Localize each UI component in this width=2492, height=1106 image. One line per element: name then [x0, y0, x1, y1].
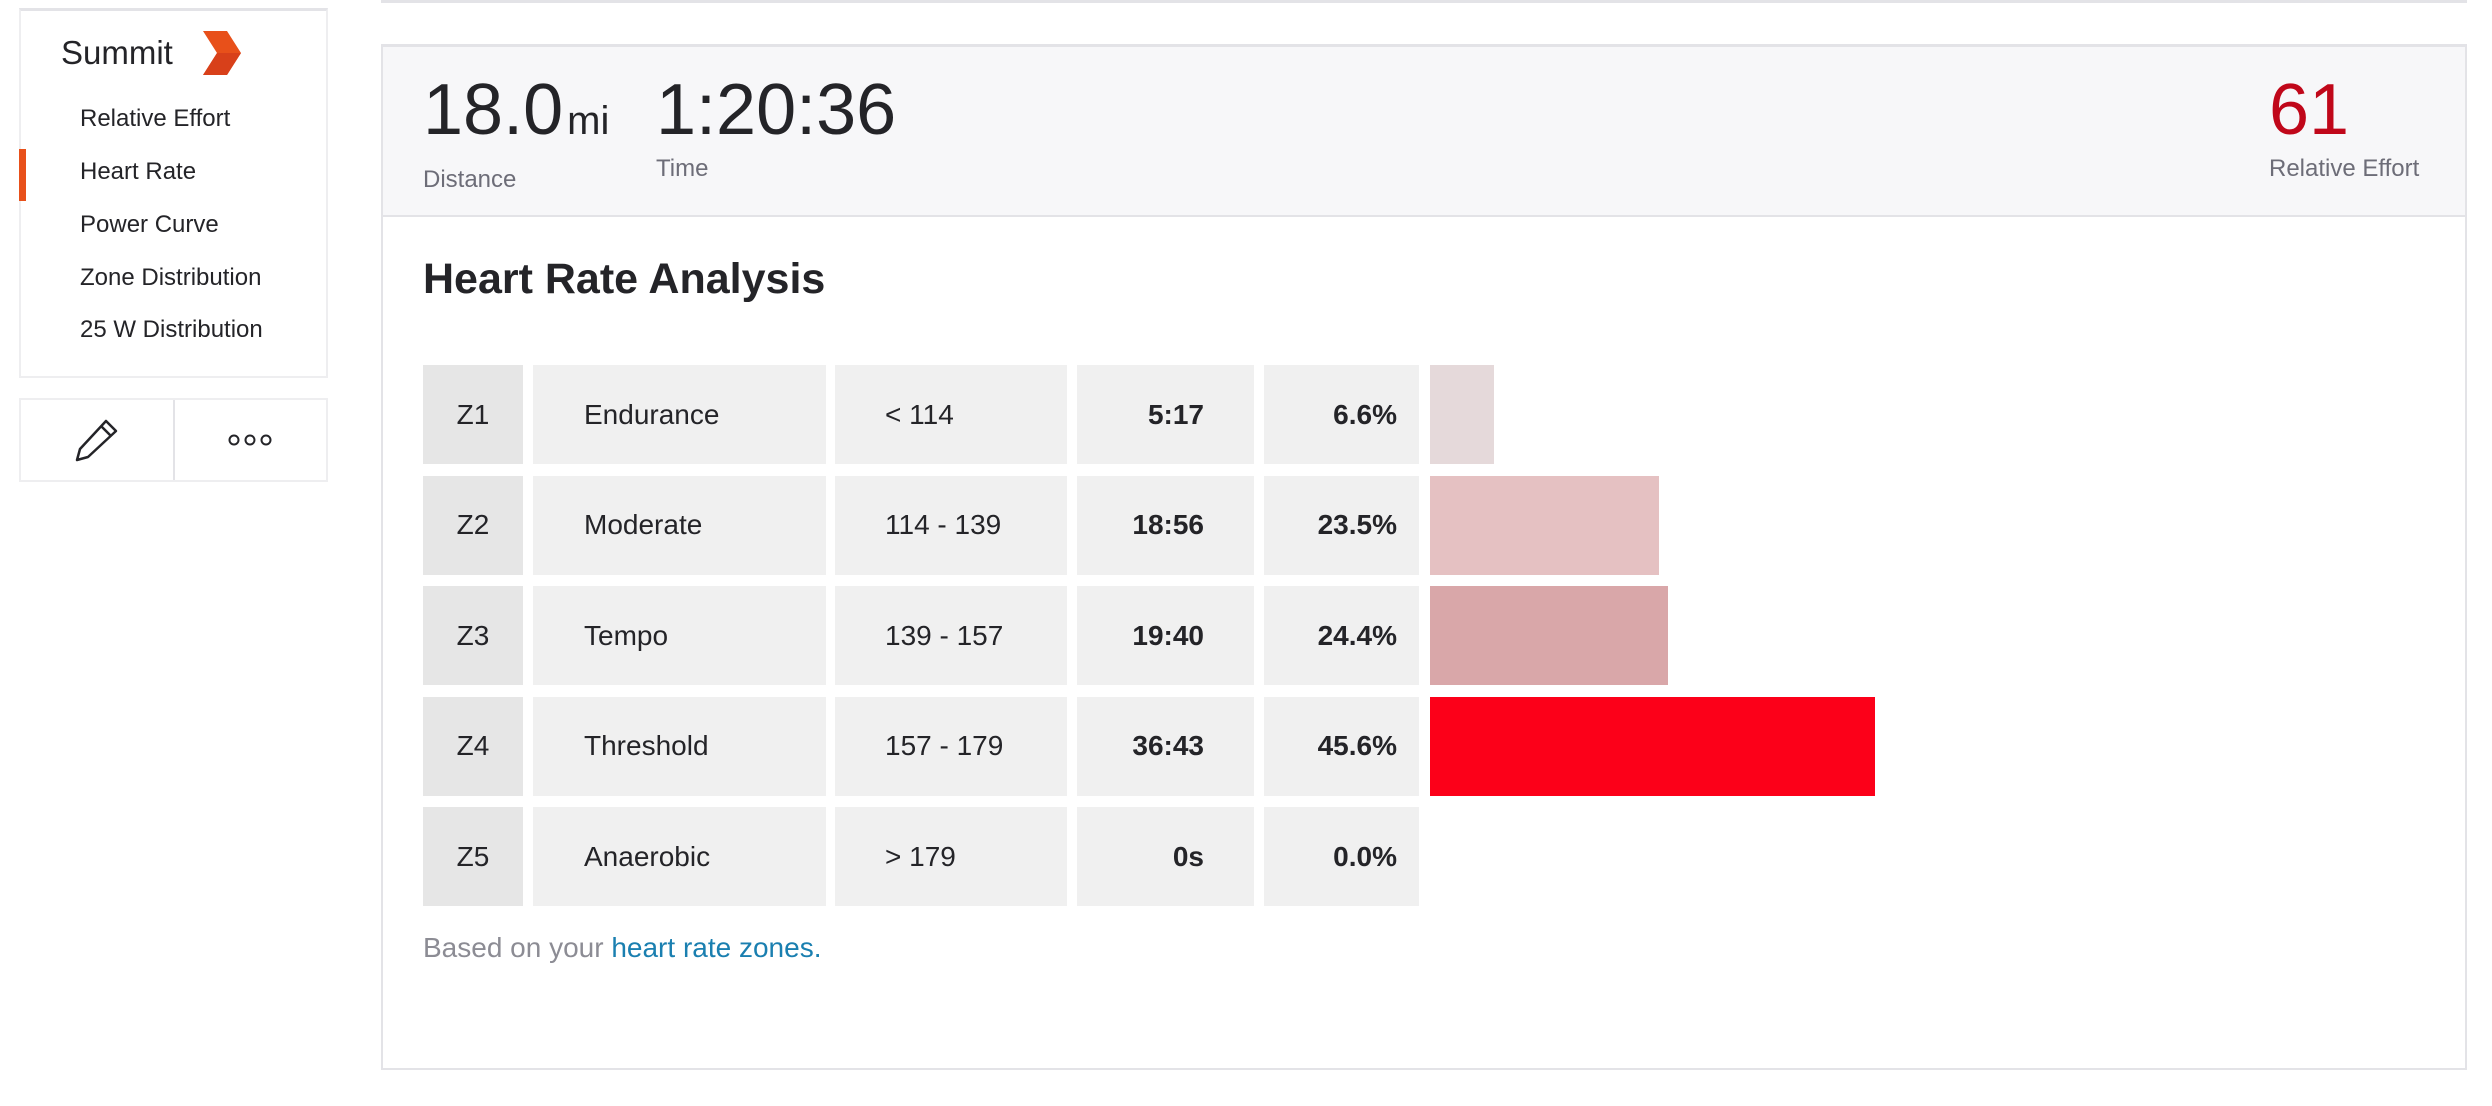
summit-title: Summit: [61, 34, 173, 71]
time-label: Time: [656, 155, 709, 182]
zone-percent: 6.6%: [1264, 365, 1419, 464]
zone-range: > 179: [835, 807, 1067, 906]
stat-time: 1:20:36 Time: [656, 65, 896, 183]
active-indicator: [19, 149, 26, 201]
zone-name: Tempo: [533, 586, 826, 685]
heart-rate-panel: 18.0 mi Distance 1:20:36 Time 61 Relative…: [381, 44, 2467, 1070]
zone-bar: [1430, 475, 1660, 575]
summit-chevron-icon: [202, 31, 241, 75]
zone-id: Z5: [423, 807, 523, 906]
stat-relative-effort: 61 Relative Effort: [2269, 65, 2419, 183]
zone-range: 114 - 139: [835, 475, 1067, 575]
zone-time: 19:40: [1077, 586, 1254, 685]
stat-distance: 18.0 mi Distance: [423, 65, 609, 194]
section-title: Heart Rate Analysis: [423, 255, 826, 303]
distance-value: 18.0 mi: [423, 65, 609, 166]
zone-id: Z2: [423, 475, 523, 575]
stats-header: 18.0 mi Distance 1:20:36 Time 61 Relative…: [383, 47, 2465, 217]
zone-percent: 24.4%: [1264, 586, 1419, 685]
time-value: 1:20:36: [656, 70, 897, 150]
zone-range: 157 - 179: [835, 696, 1067, 796]
footnote-text: Based on your: [423, 932, 612, 963]
heart-rate-zones-link[interactable]: heart rate zones.: [611, 932, 821, 963]
analysis-sidebar: Summit Relative Effort Heart Rate Power …: [19, 8, 328, 378]
distance-number: 18.0: [423, 70, 564, 150]
zone-percent: 23.5%: [1264, 475, 1419, 575]
zone-id: Z1: [423, 365, 523, 464]
distance-unit: mi: [567, 99, 610, 143]
zone-bar: [1430, 365, 1495, 464]
zone-name: Threshold: [533, 696, 826, 796]
zone-bar: [1430, 586, 1669, 685]
zone-percent: 45.6%: [1264, 696, 1419, 796]
zone-time: 36:43: [1077, 696, 1254, 796]
zone-time: 18:56: [1077, 475, 1254, 575]
zone-name: Endurance: [533, 365, 826, 464]
activity-actions: [19, 398, 328, 482]
zone-percent: 0.0%: [1264, 807, 1419, 906]
zone-time: 5:17: [1077, 365, 1254, 464]
zone-range: < 114: [835, 365, 1067, 464]
top-divider: [381, 0, 2467, 3]
summit-header: Summit: [61, 31, 241, 75]
edit-button[interactable]: [21, 400, 173, 480]
zone-name: Anaerobic: [533, 807, 826, 906]
zone-name: Moderate: [533, 475, 826, 575]
relative-effort-value: 61: [2269, 70, 2350, 150]
more-button[interactable]: [172, 400, 327, 480]
sidebar-item-25w-distribution[interactable]: 25 W Distribution: [80, 316, 263, 344]
relative-effort-label: Relative Effort: [2269, 155, 2420, 182]
ellipsis-icon: [228, 434, 272, 446]
pencil-icon: [75, 419, 117, 462]
sidebar-item-zone-distribution[interactable]: Zone Distribution: [80, 264, 261, 292]
distance-label: Distance: [423, 166, 517, 193]
footnote: Based on your heart rate zones.: [423, 932, 821, 964]
sidebar-item-relative-effort[interactable]: Relative Effort: [80, 105, 230, 133]
zone-bar: [1430, 696, 1876, 796]
zone-time: 0s: [1077, 807, 1254, 906]
sidebar-item-heart-rate[interactable]: Heart Rate: [80, 158, 196, 186]
zone-id: Z3: [423, 586, 523, 685]
sidebar-item-power-curve[interactable]: Power Curve: [80, 211, 219, 239]
zone-id: Z4: [423, 696, 523, 796]
zone-range: 139 - 157: [835, 586, 1067, 685]
